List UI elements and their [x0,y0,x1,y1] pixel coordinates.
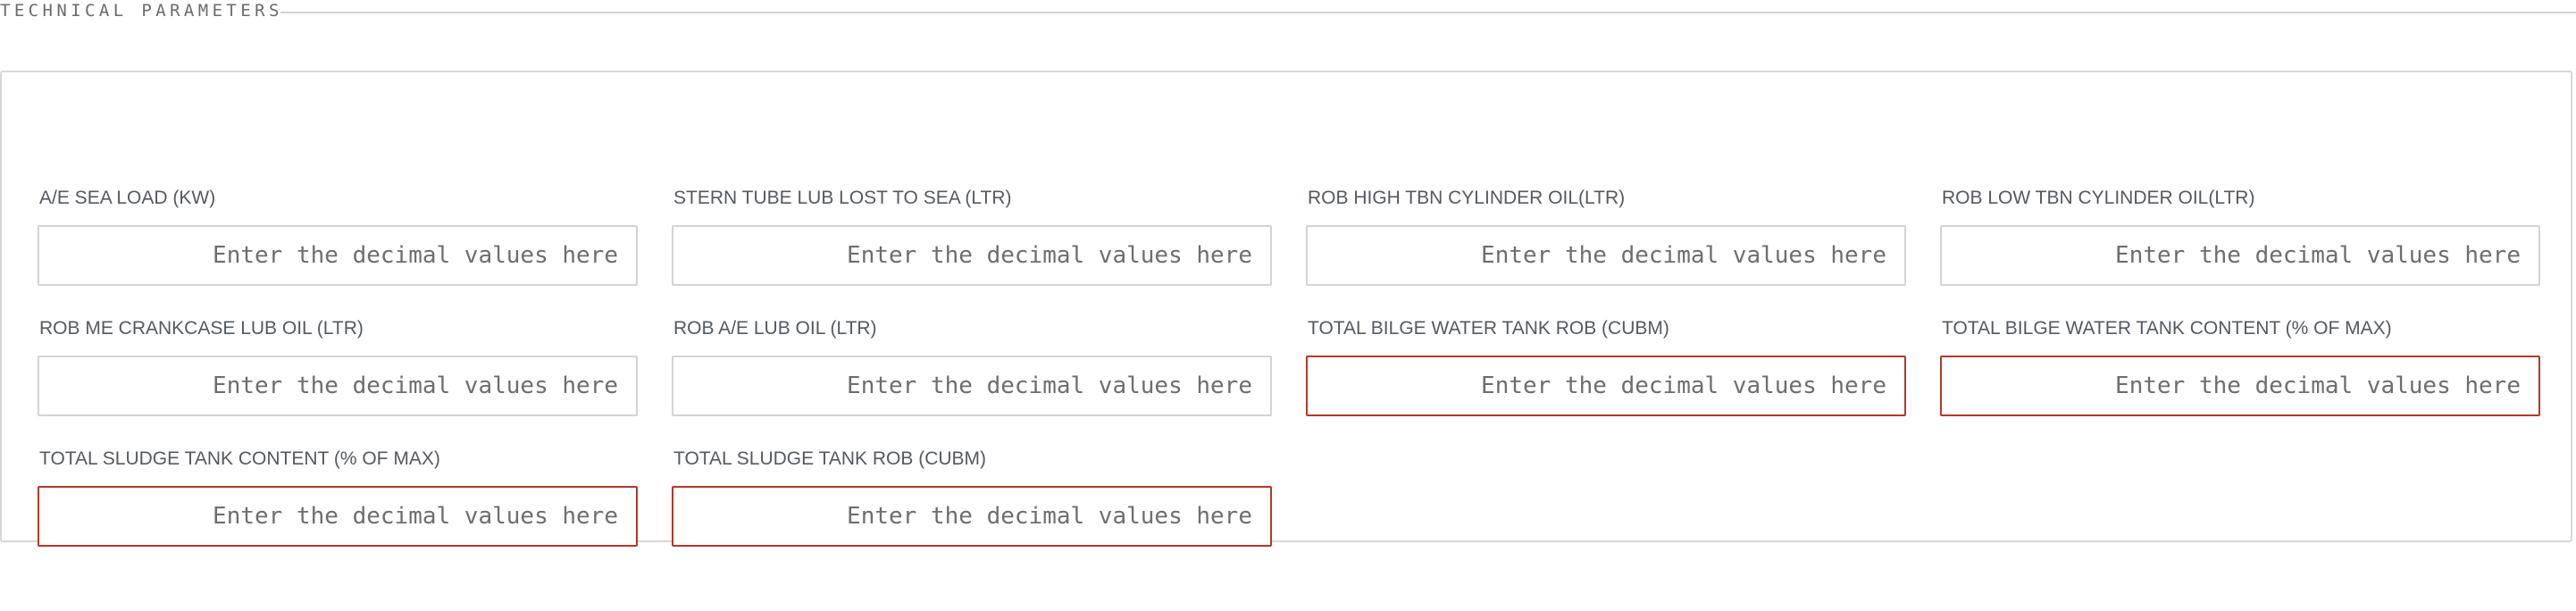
rob-ae-lub-oil-input[interactable] [672,356,1272,416]
field-label: ROB HIGH TBN CYLINDER OIL(LTR) [1308,188,1626,208]
field-label: ROB A/E LUB OIL (LTR) [673,318,877,339]
section-divider [280,12,2576,13]
stern-tube-lub-lost-input[interactable] [672,225,1272,286]
rob-me-crankcase-lub-oil-input[interactable] [38,356,638,416]
total-sludge-tank-content-input[interactable] [38,486,638,547]
field-label: A/E SEA LOAD (KW) [39,188,216,208]
total-bilge-water-tank-content-input[interactable] [1940,356,2540,416]
field-label: TOTAL BILGE WATER TANK ROB (CUBM) [1308,318,1669,339]
technical-parameters-panel: A/E SEA LOAD (KW) STERN TUBE LUB LOST TO… [0,71,2572,547]
section-title: TECHNICAL PARAMETERS [0,1,283,21]
rob-high-tbn-cylinder-oil-input[interactable] [1306,225,1906,286]
total-sludge-tank-rob-input[interactable] [672,486,1272,547]
field-label: TOTAL BILGE WATER TANK CONTENT (% OF MAX… [1942,318,2392,339]
field-label: ROB LOW TBN CYLINDER OIL(LTR) [1942,188,2255,208]
field-label: ROB ME CRANKCASE LUB OIL (LTR) [39,318,364,339]
section-header: TECHNICAL PARAMETERS [0,0,2576,23]
field-label: TOTAL SLUDGE TANK CONTENT (% OF MAX) [39,448,440,469]
rob-low-tbn-cylinder-oil-input[interactable] [1940,225,2540,286]
field-label: TOTAL SLUDGE TANK ROB (CUBM) [673,448,987,469]
field-label: STERN TUBE LUB LOST TO SEA (LTR) [673,188,1012,208]
total-bilge-water-tank-rob-input[interactable] [1306,356,1906,416]
ae-sea-load-input[interactable] [38,225,638,286]
